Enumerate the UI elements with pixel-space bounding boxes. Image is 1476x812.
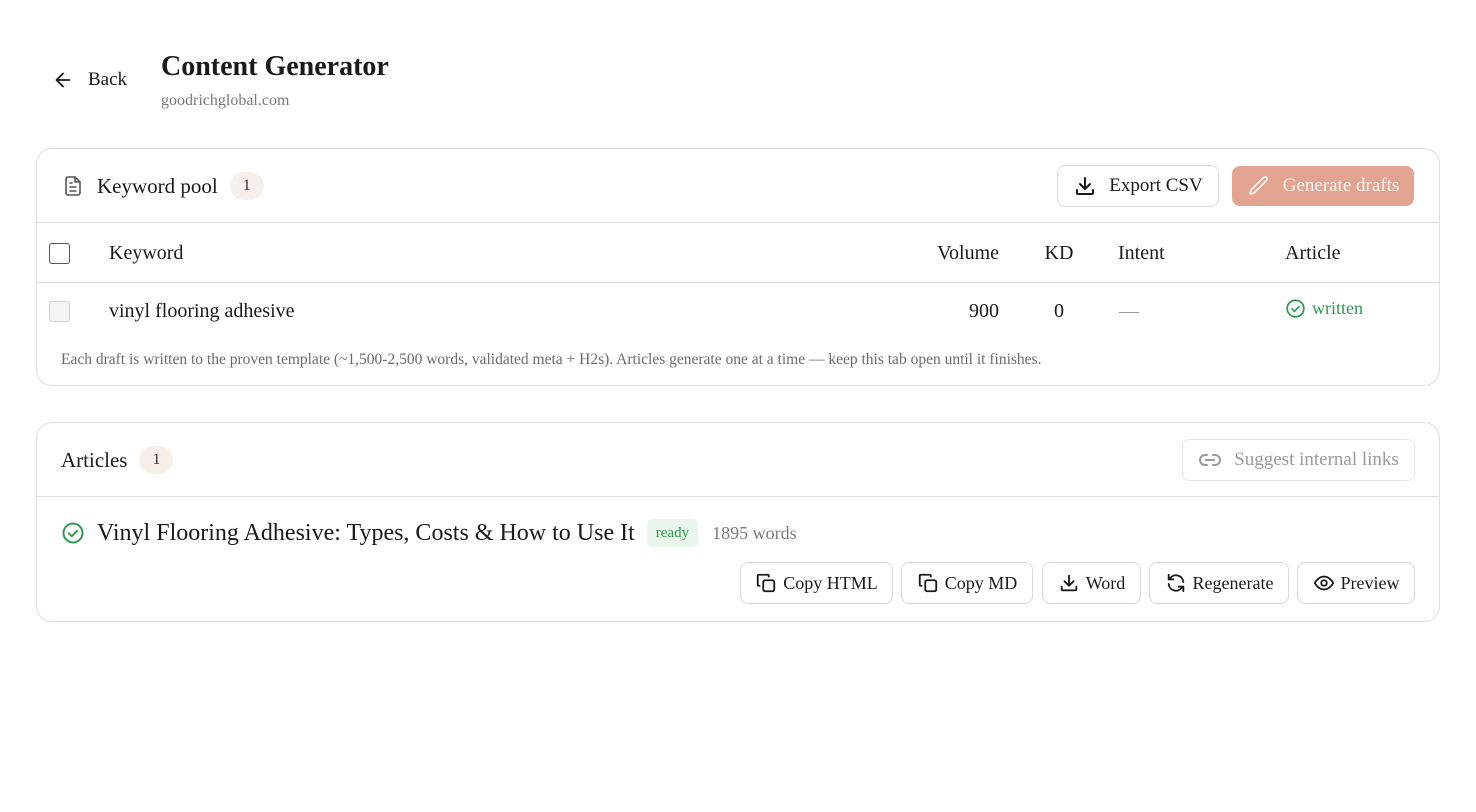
document-icon <box>65 176 81 196</box>
generation-note: Each draft is written to the proven temp… <box>61 351 1042 368</box>
back-button[interactable]: Back <box>52 66 127 94</box>
copy-icon <box>757 573 776 593</box>
kd-cell: 0 <box>1054 300 1064 322</box>
preview-label: Preview <box>1340 572 1400 593</box>
export-csv-label: Export CSV <box>1109 175 1203 196</box>
column-keyword[interactable]: Keyword <box>109 223 183 283</box>
check-circle-icon <box>1286 298 1305 318</box>
copy-html-button[interactable]: Copy HTML <box>740 562 893 604</box>
export-csv-button[interactable]: Export CSV <box>1057 165 1219 207</box>
keyword-pool-card: Keyword pool 1 Export CSV Generate draft… <box>36 148 1440 386</box>
page-title: Content Generator <box>161 51 389 82</box>
suggest-internal-links-button[interactable]: Suggest internal links <box>1182 439 1415 481</box>
regenerate-button[interactable]: Regenerate <box>1149 562 1289 604</box>
select-all-checkbox[interactable] <box>49 243 70 264</box>
link-icon <box>1199 454 1222 466</box>
generate-drafts-button[interactable]: Generate drafts <box>1232 166 1414 206</box>
article-word-count: 1895 words <box>712 522 797 543</box>
status-badge: ready <box>646 519 699 547</box>
keyword-cell: vinyl flooring adhesive <box>109 300 295 322</box>
refresh-icon <box>1167 573 1184 593</box>
download-word-button[interactable]: Word <box>1042 562 1141 604</box>
intent-cell: — <box>1119 300 1139 322</box>
articles-header: Articles 1 Suggest internal links <box>37 423 1439 497</box>
keyword-pool-title: Keyword pool 1 <box>61 149 264 223</box>
articles-label: Articles <box>61 447 128 472</box>
copy-icon <box>918 573 937 593</box>
pencil-icon <box>1248 176 1268 195</box>
keyword-pool-header: Keyword pool 1 Export CSV Generate draft… <box>37 149 1439 223</box>
site-domain: goodrichglobal.com <box>161 92 290 109</box>
articles-card: Articles 1 Suggest internal links Vinyl … <box>36 422 1440 622</box>
word-label: Word <box>1085 572 1126 593</box>
table-row: vinyl flooring adhesive 900 0 — written <box>37 283 1439 339</box>
eye-icon <box>1313 575 1334 591</box>
keyword-pool-label: Keyword pool <box>97 173 218 198</box>
check-circle-icon <box>62 522 84 544</box>
preview-button[interactable]: Preview <box>1297 562 1415 604</box>
regenerate-label: Regenerate <box>1192 572 1274 593</box>
column-volume[interactable]: Volume <box>917 223 999 283</box>
column-intent[interactable]: Intent <box>1118 223 1165 283</box>
copy-html-label: Copy HTML <box>783 572 878 593</box>
column-kd[interactable]: KD <box>1037 223 1081 283</box>
download-icon <box>1076 177 1095 195</box>
suggest-internal-links-label: Suggest internal links <box>1234 449 1399 470</box>
volume-cell: 900 <box>969 300 999 322</box>
article-item: Vinyl Flooring Adhesive: Types, Costs & … <box>61 517 797 549</box>
download-icon <box>1060 574 1077 592</box>
column-article[interactable]: Article <box>1285 223 1341 283</box>
articles-count-badge: 1 <box>139 446 174 474</box>
article-status-label: written <box>1312 297 1363 318</box>
row-checkbox[interactable] <box>49 301 70 322</box>
copy-md-button[interactable]: Copy MD <box>901 562 1033 604</box>
article-status-badge: written <box>1285 297 1363 319</box>
content-generator-page: Back Content Generator goodrichglobal.co… <box>0 0 1476 812</box>
generate-drafts-label: Generate drafts <box>1282 175 1400 196</box>
page-header: Back Content Generator goodrichglobal.co… <box>0 0 1476 140</box>
copy-md-label: Copy MD <box>944 572 1018 593</box>
back-label: Back <box>88 69 128 90</box>
article-title[interactable]: Vinyl Flooring Adhesive: Types, Costs & … <box>97 520 635 547</box>
articles-title: Articles 1 <box>61 423 174 497</box>
keyword-count-badge: 1 <box>229 172 264 200</box>
keyword-table-header: Keyword Volume KD Intent Article <box>37 223 1439 283</box>
title-block: Content Generator goodrichglobal.com <box>161 50 389 110</box>
arrow-left-icon <box>55 72 71 88</box>
